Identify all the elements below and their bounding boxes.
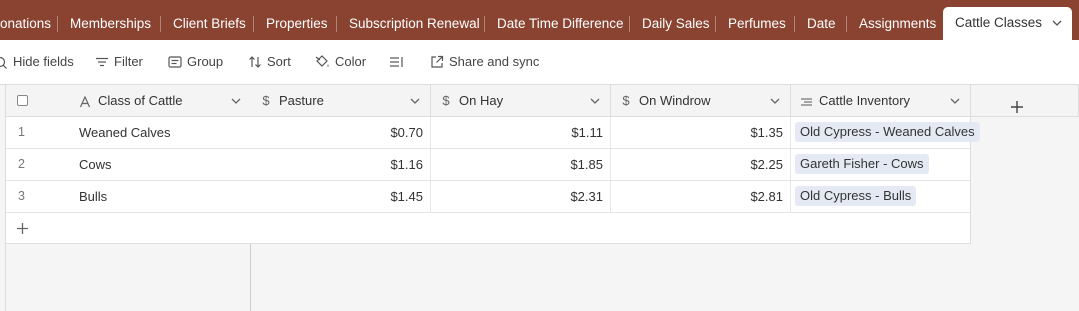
on-windrow-header-label: On Windrow <box>639 93 711 108</box>
chevron-down-icon[interactable] <box>1052 7 1062 39</box>
chevron-down-icon[interactable] <box>950 85 960 117</box>
row-height-button[interactable] <box>389 40 410 84</box>
external-link-icon <box>431 55 444 68</box>
on-hay-cell[interactable]: $1.11 <box>431 117 611 148</box>
view-toolbar: Hide fields Filter Group Sort Color Shar… <box>0 40 1079 85</box>
cattle-inventory-field-header[interactable]: Cattle Inventory <box>791 85 971 117</box>
table-row[interactable]: 1 Weaned Calves <box>6 117 251 149</box>
filter-icon <box>96 57 108 66</box>
on-hay-field-header[interactable]: $ On Hay <box>431 85 611 117</box>
primary-field-header[interactable]: Class of Cattle <box>6 85 251 117</box>
tab-date[interactable]: Date <box>794 8 849 40</box>
pasture-field-header[interactable]: $ Pasture <box>251 85 431 117</box>
tab-perfumes[interactable]: Perfumes <box>715 8 799 40</box>
linked-record-pill[interactable]: Old Cypress - Weaned Calves <box>795 122 980 142</box>
tab-subscription-renewal[interactable]: Subscription Renewal <box>336 8 493 40</box>
hide-fields-label: Hide fields <box>13 54 74 69</box>
plus-icon[interactable] <box>16 222 29 238</box>
color-button[interactable]: Color <box>314 40 366 84</box>
chevron-down-icon[interactable] <box>231 85 241 117</box>
cattle-inventory-cell[interactable]: Old Cypress - Bulls <box>795 181 971 212</box>
frozen-column-pane: Class of Cattle 1 Weaned Calves 2 Cows 3… <box>5 85 251 311</box>
chevron-down-icon[interactable] <box>590 85 600 117</box>
table-row[interactable]: $0.70 $1.11 $1.35 Old Cypress - Weaned C… <box>251 117 980 149</box>
on-hay-cell[interactable]: $1.85 <box>431 149 611 180</box>
on-windrow-cell[interactable]: $2.81 <box>611 181 791 212</box>
table-row[interactable]: 2 Cows <box>6 149 251 181</box>
active-tab-label: Cattle Classes <box>955 15 1043 30</box>
scrolling-column-pane: $ Pasture $ On Hay $ On Windrow Cattle Inve… <box>251 85 1079 311</box>
data-grid: Class of Cattle 1 Weaned Calves 2 Cows 3… <box>0 85 1079 311</box>
frozen-header: Class of Cattle <box>6 85 251 117</box>
pasture-cell[interactable]: $0.70 <box>251 117 431 148</box>
add-record-row[interactable] <box>6 213 251 244</box>
sort-icon <box>249 55 261 68</box>
paint-bucket-icon <box>315 54 329 67</box>
table-row[interactable]: $1.16 $1.85 $2.25 Gareth Fisher - Cows <box>251 149 971 181</box>
row-number: 3 <box>18 189 25 203</box>
linked-record-pill[interactable]: Old Cypress - Bulls <box>795 186 917 206</box>
class-of-cattle-cell[interactable]: Weaned Calves <box>79 117 171 148</box>
currency-icon: $ <box>622 93 630 108</box>
linked-record-pill[interactable]: Gareth Fisher - Cows <box>795 154 929 174</box>
filter-button[interactable]: Filter <box>95 40 143 84</box>
chevron-down-icon[interactable] <box>410 85 420 117</box>
table-row[interactable]: $1.45 $2.31 $2.81 Old Cypress - Bulls <box>251 181 971 213</box>
on-windrow-cell[interactable]: $2.25 <box>611 149 791 180</box>
chevron-down-icon[interactable] <box>770 85 780 117</box>
class-of-cattle-cell[interactable]: Bulls <box>79 181 107 212</box>
tab-donations[interactable]: onations <box>0 8 64 40</box>
eye-off-icon <box>0 56 7 69</box>
add-field-button[interactable] <box>971 85 1079 117</box>
table-tab-bar: onations Memberships Client Briefs Prope… <box>0 0 1079 40</box>
row-height-icon <box>390 56 403 67</box>
tab-assignments[interactable]: Assignments <box>846 8 949 40</box>
select-all-checkbox[interactable] <box>17 95 28 106</box>
group-button[interactable]: Group <box>168 40 223 84</box>
tab-properties[interactable]: Properties <box>253 8 341 40</box>
filter-label: Filter <box>114 54 143 69</box>
share-and-sync-button[interactable]: Share and sync <box>430 40 539 84</box>
on-hay-cell[interactable]: $2.31 <box>431 181 611 212</box>
cattle-inventory-cell[interactable]: Gareth Fisher - Cows <box>795 149 971 180</box>
pasture-cell[interactable]: $1.16 <box>251 149 431 180</box>
linked-record-icon <box>799 85 813 117</box>
class-of-cattle-cell[interactable]: Cows <box>79 149 112 180</box>
field-headers: $ Pasture $ On Hay $ On Windrow Cattle Inve… <box>251 85 1079 117</box>
pasture-header-label: Pasture <box>279 93 324 108</box>
share-and-sync-label: Share and sync <box>449 54 540 69</box>
currency-icon: $ <box>262 93 270 108</box>
group-icon <box>168 55 182 68</box>
sort-label: Sort <box>267 54 291 69</box>
pasture-cell[interactable]: $1.45 <box>251 181 431 212</box>
cattle-inventory-header-label: Cattle Inventory <box>819 93 911 108</box>
tab-daily-sales[interactable]: Daily Sales <box>629 8 723 40</box>
plus-icon[interactable] <box>1010 94 1024 126</box>
tab-cattle-classes[interactable]: Cattle Classes <box>943 7 1072 40</box>
add-record-row[interactable] <box>251 213 971 244</box>
on-hay-header-label: On Hay <box>459 93 504 108</box>
tab-memberships[interactable]: Memberships <box>57 8 164 40</box>
text-field-icon <box>79 85 91 117</box>
primary-field-label: Class of Cattle <box>98 93 183 108</box>
cattle-inventory-cell[interactable]: Old Cypress - Weaned Calves <box>795 117 980 148</box>
group-label: Group <box>187 54 224 69</box>
currency-icon: $ <box>442 93 450 108</box>
row-number: 2 <box>18 157 25 171</box>
tab-client-briefs[interactable]: Client Briefs <box>160 8 259 40</box>
row-number: 1 <box>18 125 25 139</box>
on-windrow-cell[interactable]: $1.35 <box>611 117 791 148</box>
color-label: Color <box>335 54 367 69</box>
sort-button[interactable]: Sort <box>248 40 291 84</box>
hide-fields-button[interactable]: Hide fields <box>0 40 74 84</box>
on-windrow-field-header[interactable]: $ On Windrow <box>611 85 791 117</box>
table-row[interactable]: 3 Bulls <box>6 181 251 213</box>
tab-date-time-difference[interactable]: Date Time Difference <box>484 8 637 40</box>
